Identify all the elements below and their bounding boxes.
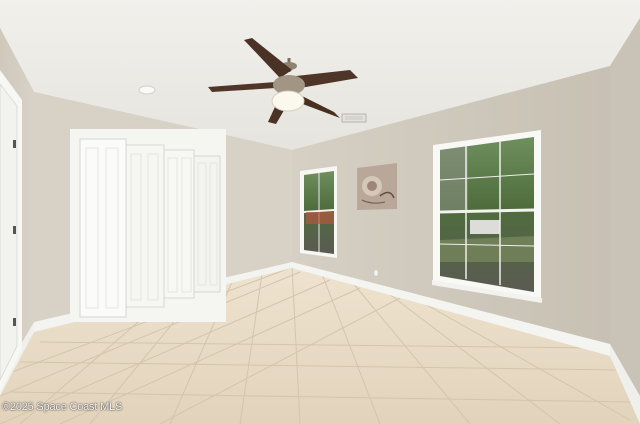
- door-hinge-icon: [13, 318, 16, 326]
- air-vent: [341, 113, 367, 123]
- parked-car: [470, 220, 500, 234]
- door-hinge-icon: [13, 140, 16, 148]
- closet-doors[interactable]: [79, 138, 221, 318]
- room-photo: [0, 0, 640, 424]
- parked-car: [306, 212, 334, 224]
- large-window: [432, 130, 542, 303]
- fan-light-globe: [271, 90, 305, 112]
- small-window: [300, 166, 337, 258]
- wall-art-rose: [357, 163, 397, 210]
- wall-outlet: [373, 269, 379, 277]
- door-hinge-icon: [13, 226, 16, 234]
- smoke-detector: [138, 85, 156, 95]
- mls-watermark: ©2025 Space Coast MLS: [2, 401, 123, 413]
- closet-door-panel: [79, 138, 127, 318]
